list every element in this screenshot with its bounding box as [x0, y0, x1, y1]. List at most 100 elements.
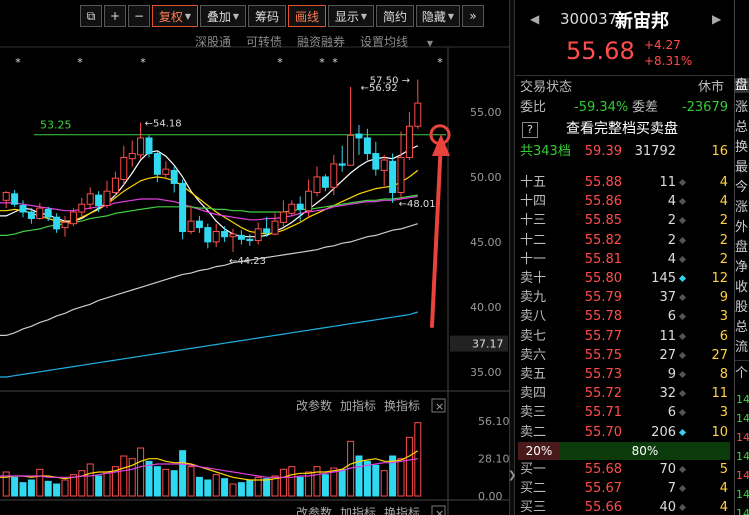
- order-book-row[interactable]: 十三 55.85 2 2: [518, 211, 732, 230]
- low-annotation: ←48.01: [399, 199, 436, 210]
- close-icon: ×: [435, 400, 444, 413]
- chips-button[interactable]: 筹码: [248, 5, 286, 27]
- zoom-in-button[interactable]: +: [104, 5, 126, 27]
- order-diff-value: -23679: [681, 100, 728, 115]
- candle-body: [246, 238, 254, 242]
- order-book-row[interactable]: 十五 55.88 11 4: [518, 173, 732, 192]
- order-book-row[interactable]: 买一 55.68 70 5: [518, 460, 732, 479]
- candle-body: [19, 205, 27, 213]
- volume-bar: [103, 471, 111, 497]
- order-book-row[interactable]: 卖六 55.75 27 27: [518, 346, 732, 365]
- expand-button[interactable]: »: [462, 5, 484, 27]
- volume-bar: [288, 466, 296, 497]
- margin-link[interactable]: 融资融券: [297, 33, 345, 50]
- moving-average-line: [0, 311, 418, 378]
- ma-settings-link[interactable]: 设置均线 ▼: [360, 33, 448, 50]
- volume-bar: [61, 479, 69, 497]
- overlay-dropdown[interactable]: 叠加 ▼: [200, 5, 246, 27]
- level-volume: 6: [667, 405, 676, 421]
- order-book-row[interactable]: 卖九 55.79 37 9: [518, 288, 732, 307]
- convertible-link[interactable]: 可转债: [246, 33, 282, 50]
- level-volume: 4: [667, 251, 676, 267]
- price-tick-label: 35.00: [470, 366, 502, 379]
- draw-line-button[interactable]: 画线: [288, 5, 326, 27]
- level-volume: 32: [659, 386, 676, 402]
- indicator-action-link: 改参数: [296, 398, 332, 413]
- volume-bar: [153, 466, 161, 497]
- side-trade-value: 14: [736, 469, 749, 482]
- side-field-label: 今: [735, 180, 749, 195]
- zoom-out-button[interactable]: −: [128, 5, 150, 27]
- volume-bar: [53, 483, 61, 497]
- candle-body: [61, 221, 69, 229]
- candle-body: [170, 169, 178, 184]
- order-book-row[interactable]: 卖三 55.71 6 3: [518, 403, 732, 422]
- order-book-row[interactable]: 买三 55.66 40 4: [518, 498, 732, 515]
- low-annotation: ←44.23: [229, 256, 266, 267]
- indicator-action-link: 改参数: [296, 505, 332, 515]
- hide-dropdown[interactable]: 隐藏 ▼: [416, 5, 460, 27]
- order-diff-label: 委差: [632, 100, 659, 115]
- order-book-row[interactable]: 卖八 55.78 6 3: [518, 307, 732, 326]
- order-book-row[interactable]: 卖二 55.70 206 10: [518, 423, 732, 442]
- order-book-row[interactable]: 十一 55.81 4 2: [518, 250, 732, 269]
- full-book-row[interactable]: ? 查看完整档买卖盘: [518, 120, 732, 142]
- candle-body: [380, 159, 388, 171]
- order-book-row[interactable]: 十四 55.86 4 4: [518, 192, 732, 211]
- full-book-link[interactable]: 查看完整档买卖盘: [566, 120, 678, 139]
- change-marker-icon: [678, 370, 687, 379]
- simple-button[interactable]: 简约: [376, 5, 414, 27]
- event-marker-icon: *: [15, 56, 21, 69]
- order-book-row[interactable]: 卖四 55.72 32 11: [518, 384, 732, 403]
- level-count: 4: [719, 500, 728, 515]
- price-tick-label: 50.00: [470, 171, 502, 184]
- display-label: 显示: [334, 9, 359, 24]
- order-book-row[interactable]: 卖十 55.80 145 12: [518, 269, 732, 288]
- candle-body: [204, 227, 212, 243]
- event-marker-icon: *: [319, 56, 325, 69]
- order-book-row[interactable]: 十二 55.82 2 2: [518, 231, 732, 250]
- plus-icon: +: [109, 9, 121, 23]
- change-marker-icon: [678, 332, 687, 340]
- adjust-dropdown[interactable]: 复权 ▼: [152, 5, 198, 27]
- order-book-row[interactable]: 卖七 55.77 11 6: [518, 327, 732, 346]
- prev-stock-icon[interactable]: ◀: [530, 12, 539, 26]
- hk-connect-link[interactable]: 深股通: [195, 33, 231, 50]
- volume-bar: [279, 468, 287, 497]
- volume-bar: [27, 479, 35, 497]
- volume-bar: [237, 482, 245, 497]
- side-tab-book[interactable]: 盘: [735, 78, 749, 93]
- level-count: 3: [719, 405, 728, 421]
- level-price: 55.86: [584, 194, 622, 210]
- level-count: 2: [719, 232, 728, 248]
- volume-bar: [120, 455, 128, 497]
- level-price: 55.88: [584, 175, 622, 190]
- order-book-row[interactable]: 买二 55.67 7 4: [518, 479, 732, 498]
- volume-tick-label: 56.10: [478, 415, 509, 428]
- side-info-panel[interactable]: 盘涨总换最今涨外盘净收股总流个 14 14 14 14 14 14 14: [734, 0, 749, 515]
- kline-chart[interactable]: * * * * * * * 55.00 50.00 45.00 40.00 35.00 37.17 53.…: [0, 0, 509, 515]
- volume-bar: [229, 483, 237, 497]
- chart-panel[interactable]: * * * * * * * 55.00 50.00 45.00 40.00 35.00 37.17 53.…: [0, 0, 511, 515]
- collapse-arrow-icon[interactable]: ❯: [508, 470, 516, 481]
- stock-code: 300037: [560, 10, 618, 28]
- volume-bar: [179, 450, 187, 497]
- level-price: 55.77: [584, 328, 622, 344]
- total-levels-count: 16: [711, 144, 728, 159]
- level-volume: 206: [651, 424, 676, 440]
- panel-divider[interactable]: [509, 0, 515, 515]
- display-dropdown[interactable]: 显示 ▼: [328, 5, 374, 27]
- help-icon[interactable]: ?: [522, 122, 538, 138]
- level-price: 55.82: [584, 232, 622, 248]
- side-field-label: 最: [735, 160, 749, 175]
- side-tab-detail[interactable]: 个: [735, 366, 749, 381]
- order-book-row[interactable]: 卖五 55.73 9 8: [518, 365, 732, 384]
- window-toggle-button[interactable]: ⧉: [80, 5, 102, 27]
- candle-body: [263, 228, 271, 234]
- level-price: 55.80: [584, 271, 622, 286]
- level-line-label: 53.25: [40, 119, 72, 132]
- expand-icon: »: [469, 9, 477, 23]
- level-label: 十五: [520, 175, 547, 190]
- change-marker-icon: [678, 178, 687, 187]
- next-stock-icon[interactable]: ▶: [712, 12, 721, 26]
